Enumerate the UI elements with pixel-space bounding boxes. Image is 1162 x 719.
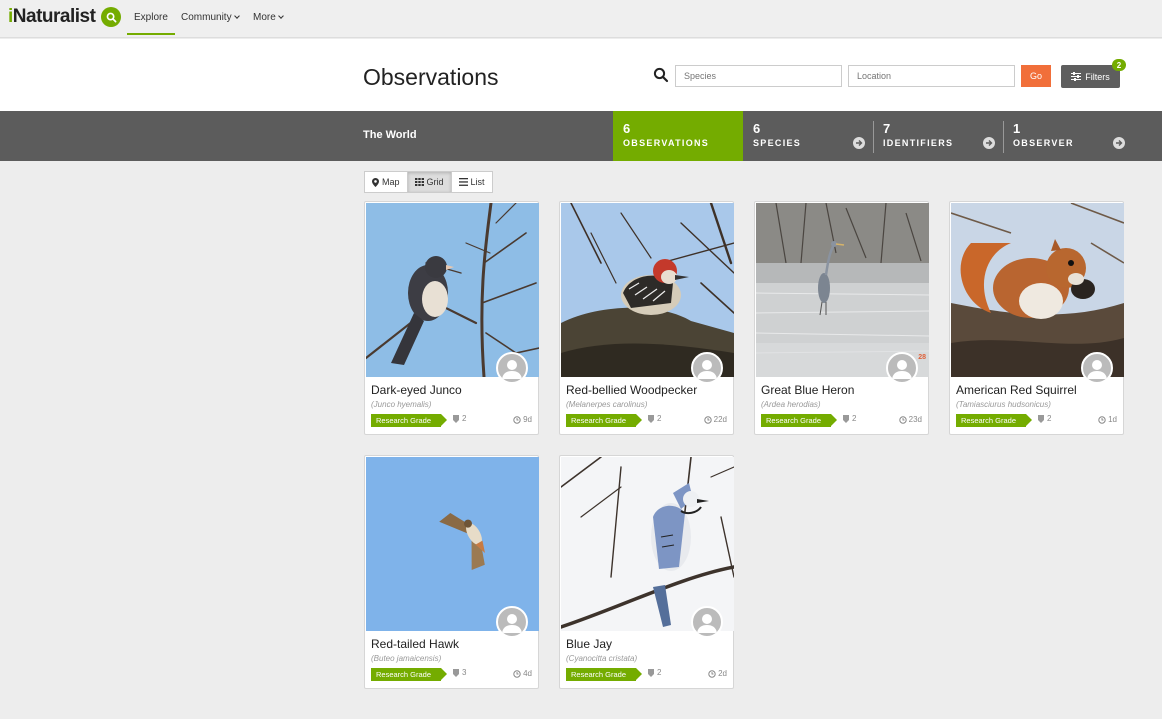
clock-icon xyxy=(708,669,716,678)
observation-photo[interactable] xyxy=(561,457,734,631)
tab-species[interactable]: 6 SPECIES xyxy=(743,111,873,161)
observation-photo[interactable] xyxy=(366,203,539,377)
research-grade-badge: Research Grade xyxy=(566,414,643,427)
list-icon xyxy=(458,178,468,186)
grid-view-button[interactable]: Grid xyxy=(406,171,452,193)
observation-card[interactable]: Red-tailed Hawk (Buteo jamaicensis) Rese… xyxy=(364,455,539,689)
place-label[interactable]: The World xyxy=(363,129,417,141)
scientific-name: (Ardea herodias) xyxy=(761,400,821,409)
observation-card[interactable]: American Red Squirrel (Tamiasciurus huds… xyxy=(949,201,1124,435)
observation-photo[interactable] xyxy=(366,457,539,631)
user-avatar[interactable] xyxy=(496,606,528,638)
chevron-down-icon xyxy=(233,13,240,19)
identifications-count: 2 xyxy=(648,668,661,677)
tab-observations[interactable]: 6 OBSERVATIONS xyxy=(613,111,743,161)
observation-card[interactable]: Dark-eyed Junco (Junco hyemalis) Researc… xyxy=(364,201,539,435)
identifications-count: 2 xyxy=(453,414,466,423)
page-title: Observations xyxy=(363,64,499,90)
scientific-name: (Junco hyemalis) xyxy=(371,400,432,409)
observation-age: 9d xyxy=(513,415,532,424)
divider xyxy=(873,121,874,153)
common-name[interactable]: Red-bellied Woodpecker xyxy=(566,383,697,397)
list-view-button[interactable]: List xyxy=(450,171,493,193)
research-grade-badge: Research Grade xyxy=(566,668,643,681)
clock-icon xyxy=(1098,415,1106,424)
user-avatar[interactable] xyxy=(691,352,723,384)
top-nav: iNaturalist Explore Community More xyxy=(0,0,1162,38)
grid-icon xyxy=(414,178,424,186)
scientific-name: (Tamiasciurus hudsonicus) xyxy=(956,400,1051,409)
scientific-name: (Buteo jamaicensis) xyxy=(371,654,442,663)
scientific-name: (Melanerpes carolinus) xyxy=(566,400,648,409)
identification-icon xyxy=(453,668,459,677)
clock-icon xyxy=(513,415,521,424)
nav-more[interactable]: More xyxy=(253,12,284,23)
chevron-down-icon xyxy=(277,13,284,19)
identifications-count: 2 xyxy=(843,414,856,423)
inaturalist-logo[interactable]: iNaturalist xyxy=(8,6,96,28)
observation-card[interactable]: Blue Jay (Cyanocitta cristata) Research … xyxy=(559,455,734,689)
go-button[interactable]: Go xyxy=(1021,65,1051,87)
user-avatar[interactable] xyxy=(496,352,528,384)
observation-age: 2d xyxy=(708,669,727,678)
identification-icon xyxy=(1038,414,1044,423)
clock-icon xyxy=(703,415,712,424)
species-input[interactable] xyxy=(675,65,842,87)
filters-button[interactable]: Filters xyxy=(1061,65,1120,88)
scientific-name: (Cyanocitta cristata) xyxy=(566,654,638,663)
observation-photo[interactable] xyxy=(756,203,929,377)
common-name[interactable]: American Red Squirrel xyxy=(956,383,1077,397)
view-toggle-group: Map Grid List xyxy=(364,171,493,193)
identification-icon xyxy=(843,414,849,423)
observation-photo[interactable] xyxy=(951,203,1124,377)
search-icon[interactable] xyxy=(101,7,121,27)
observation-card[interactable]: Red-bellied Woodpecker (Melanerpes carol… xyxy=(559,201,734,435)
research-grade-badge: Research Grade xyxy=(371,414,448,427)
photo-count: 28 xyxy=(918,354,926,361)
clock-icon xyxy=(898,415,907,424)
identification-icon xyxy=(648,668,654,677)
clock-icon xyxy=(513,669,521,678)
nav-community[interactable]: Community xyxy=(181,12,240,23)
common-name[interactable]: Dark-eyed Junco xyxy=(371,383,462,397)
nav-explore[interactable]: Explore xyxy=(127,12,175,35)
identifications-count: 2 xyxy=(1038,414,1051,423)
research-grade-badge: Research Grade xyxy=(761,414,838,427)
observation-age: 4d xyxy=(513,669,532,678)
common-name[interactable]: Red-tailed Hawk xyxy=(371,637,459,651)
map-marker-icon xyxy=(372,177,379,187)
tab-identifiers[interactable]: 7 IDENTIFIERS xyxy=(873,111,1003,161)
identifications-count: 2 xyxy=(648,414,661,423)
sliders-icon xyxy=(1071,72,1082,81)
observation-age: 23d xyxy=(898,415,922,424)
identifications-count: 3 xyxy=(453,668,466,677)
identification-icon xyxy=(648,414,654,423)
user-avatar[interactable] xyxy=(691,606,723,638)
tab-observers[interactable]: 1 OBSERVER xyxy=(1003,111,1133,161)
user-avatar[interactable] xyxy=(886,352,918,384)
observation-photo[interactable] xyxy=(561,203,734,377)
observation-age: 22d xyxy=(703,415,727,424)
map-view-button[interactable]: Map xyxy=(364,171,408,193)
observation-card[interactable]: 28 Great Blue Heron (Ardea herodias) Res… xyxy=(754,201,929,435)
user-avatar[interactable] xyxy=(1081,352,1113,384)
observation-age: 1d xyxy=(1098,415,1117,424)
location-input[interactable] xyxy=(848,65,1015,87)
arrow-right-icon xyxy=(1113,137,1125,149)
identification-icon xyxy=(453,414,459,423)
research-grade-badge: Research Grade xyxy=(956,414,1033,427)
common-name[interactable]: Blue Jay xyxy=(566,637,612,651)
arrow-right-icon xyxy=(983,137,995,149)
divider xyxy=(1003,121,1004,153)
common-name[interactable]: Great Blue Heron xyxy=(761,383,854,397)
arrow-right-icon xyxy=(853,137,865,149)
search-icon xyxy=(653,67,669,88)
stats-bar: The World 6 OBSERVATIONS 6 SPECIES 7 IDE… xyxy=(0,111,1162,161)
research-grade-badge: Research Grade xyxy=(371,668,448,681)
page-header: Observations Go Filters 2 xyxy=(0,39,1162,111)
filters-count-badge: 2 xyxy=(1112,59,1126,71)
